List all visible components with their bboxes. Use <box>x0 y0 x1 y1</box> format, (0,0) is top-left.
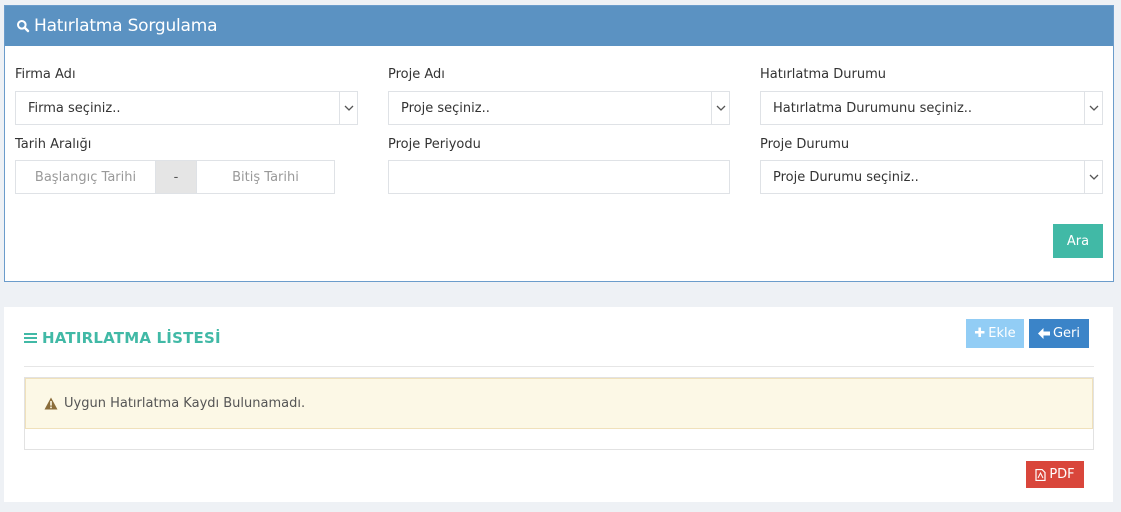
search-icon <box>17 20 30 33</box>
list-title: HATIRLATMA LİSTESİ <box>24 329 221 347</box>
durum-label: Hatırlatma Durumu <box>760 67 886 82</box>
durum-select-value: Hatırlatma Durumunu seçiniz.. <box>773 100 973 116</box>
search-panel-header: Hatırlatma Sorgulama <box>5 6 1113 46</box>
add-button[interactable]: ✚ Ekle <box>966 319 1024 348</box>
arrow-left-icon <box>1037 328 1050 339</box>
end-date-input[interactable]: Bitiş Tarihi <box>196 160 335 194</box>
firma-select[interactable]: Firma seçiniz.. <box>15 91 358 125</box>
list-panel: HATIRLATMA LİSTESİ ✚ Ekle Geri Uygun Hat… <box>4 307 1113 502</box>
back-button[interactable]: Geri <box>1029 319 1089 348</box>
search-panel: Hatırlatma Sorgulama Firma Adı Firma seç… <box>4 5 1114 282</box>
plus-icon: ✚ <box>974 326 986 341</box>
empty-message: Uygun Hatırlatma Kaydı Bulunamadı. <box>64 396 306 411</box>
proje-label: Proje Adı <box>388 67 445 82</box>
proje-durum-label: Proje Durumu <box>760 137 850 152</box>
firma-label: Firma Adı <box>15 67 76 82</box>
chevron-down-icon <box>1084 92 1102 124</box>
warning-icon <box>44 397 58 410</box>
divider <box>24 366 1094 367</box>
hatirlatma-durum-select[interactable]: Hatırlatma Durumunu seçiniz.. <box>760 91 1103 125</box>
chevron-down-icon <box>711 92 729 124</box>
file-pdf-icon <box>1035 468 1046 481</box>
chevron-down-icon <box>1084 161 1102 193</box>
back-button-label: Geri <box>1052 326 1081 341</box>
pdf-button-label: PDF <box>1049 467 1075 482</box>
firma-select-value: Firma seçiniz.. <box>28 100 121 116</box>
periyot-label: Proje Periyodu <box>388 137 481 152</box>
proje-select-value: Proje seçiniz.. <box>401 100 490 116</box>
tarih-label: Tarih Aralığı <box>15 137 92 152</box>
chevron-down-icon <box>339 92 357 124</box>
search-button[interactable]: Ara <box>1053 224 1103 258</box>
start-date-input[interactable]: Başlangıç Tarihi <box>15 160 156 194</box>
date-range: Başlangıç Tarihi - Bitiş Tarihi <box>15 160 335 194</box>
search-panel-title: Hatırlatma Sorgulama <box>34 16 218 36</box>
proje-periyodu-input[interactable] <box>388 160 730 194</box>
proje-durum-select[interactable]: Proje Durumu seçiniz.. <box>760 160 1103 194</box>
pdf-button[interactable]: PDF <box>1026 461 1084 488</box>
proje-durum-select-value: Proje Durumu seçiniz.. <box>773 169 919 185</box>
proje-select[interactable]: Proje seçiniz.. <box>388 91 730 125</box>
date-separator: - <box>156 160 196 194</box>
empty-alert: Uygun Hatırlatma Kaydı Bulunamadı. <box>25 378 1093 429</box>
list-icon <box>24 333 37 343</box>
reminder-table: Uygun Hatırlatma Kaydı Bulunamadı. <box>24 377 1094 450</box>
list-title-text: HATIRLATMA LİSTESİ <box>42 329 221 347</box>
add-button-label: Ekle <box>988 326 1016 341</box>
